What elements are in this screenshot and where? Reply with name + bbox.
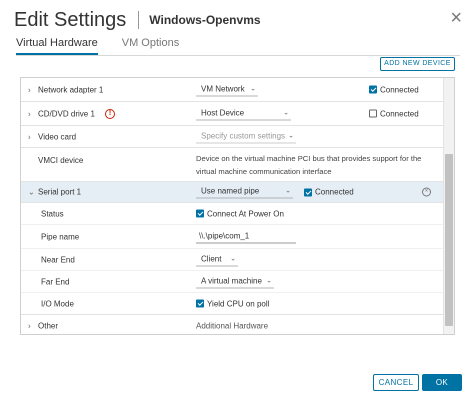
video-card-select-value: Specify custom settings — [201, 131, 286, 140]
add-new-device-button[interactable]: ADD NEW DEVICE — [380, 57, 455, 71]
serial-type-value: Use named pipe — [201, 186, 260, 196]
connect-at-power-on-label: Connect At Power On — [207, 209, 284, 218]
chevron-down-icon: ⌄ — [283, 109, 289, 116]
cddvd-label: CD/DVD drive 1 — [38, 109, 95, 118]
dialog-title: Edit Settings — [14, 8, 127, 31]
tab-divider — [16, 55, 460, 56]
chevron-right-icon[interactable]: › — [28, 109, 31, 118]
status-label: Status — [41, 209, 64, 218]
cddvd-connected-checkbox[interactable]: Connected — [369, 109, 419, 118]
network-select[interactable]: VM Network ⌄ — [196, 83, 258, 96]
video-card-label: Video card — [38, 132, 77, 141]
pipe-name-label: Pipe name — [41, 232, 80, 241]
checkbox-checked-icon — [196, 299, 204, 308]
serial-type-select[interactable]: Use named pipe ⌄ — [196, 186, 293, 199]
warning-icon: ! — [105, 108, 115, 119]
other-row: › Other Additional Hardware — [21, 315, 443, 334]
near-end-row: Near End Client ⌄ — [21, 249, 443, 271]
network-connected-checkbox[interactable]: Connected — [369, 85, 419, 94]
checkbox-checked-icon — [196, 209, 204, 218]
checkbox-unchecked-icon — [369, 109, 377, 118]
cddvd-row: › CD/DVD drive 1 ! Host Device ⌄ Connect… — [21, 102, 443, 126]
cddvd-select[interactable]: Host Device ⌄ — [196, 107, 291, 120]
checkbox-checked-icon — [369, 85, 377, 94]
title-separator — [138, 11, 140, 29]
remove-device-icon[interactable]: × — [422, 187, 431, 197]
serial-port-label: Serial port 1 — [38, 187, 82, 197]
connect-at-power-on-checkbox[interactable]: Connect At Power On — [196, 209, 284, 218]
serial-status-row: Status Connect At Power On — [21, 203, 443, 225]
ok-button[interactable]: OK — [422, 374, 462, 391]
chevron-right-icon[interactable]: › — [28, 321, 31, 330]
network-adapter-row: › Network adapter 1 VM Network ⌄ Connect… — [21, 78, 443, 102]
chevron-down-icon: ⌄ — [266, 277, 272, 284]
video-card-row: › Video card Specify custom settings ⌄ — [21, 126, 443, 148]
network-select-value: VM Network — [201, 84, 245, 93]
io-mode-label: I/O Mode — [41, 299, 74, 308]
chevron-down-icon: ⌄ — [288, 132, 294, 139]
cddvd-select-value: Host Device — [201, 108, 245, 117]
chevron-down-icon[interactable]: ⌄ — [28, 188, 35, 197]
other-label: Other — [38, 321, 59, 330]
chevron-down-icon: ⌄ — [285, 187, 291, 195]
network-connected-label: Connected — [380, 85, 419, 94]
yield-cpu-checkbox[interactable]: Yield CPU on poll — [196, 299, 269, 308]
close-icon[interactable]: × — [450, 8, 462, 28]
tab-virtual-hardware[interactable]: Virtual Hardware — [16, 37, 98, 55]
near-end-value: Client — [201, 254, 222, 263]
chevron-down-icon: ⌄ — [250, 85, 256, 92]
tab-bar: Virtual Hardware VM Options — [16, 37, 203, 57]
io-mode-row: I/O Mode Yield CPU on poll — [21, 293, 443, 315]
vmci-row: VMCI device Device on the virtual machin… — [21, 148, 443, 182]
scrollbar-track[interactable] — [443, 78, 454, 334]
pipe-name-value: \\.\pipe\com_1 — [199, 231, 250, 240]
chevron-right-icon[interactable]: › — [28, 132, 31, 141]
vm-name: Windows-Openvms — [149, 13, 261, 27]
cddvd-connected-label: Connected — [380, 109, 419, 118]
vmci-description: Device on the virtual machine PCI bus th… — [196, 154, 422, 176]
far-end-select[interactable]: A virtual machine ⌄ — [196, 275, 274, 288]
checkbox-checked-icon — [304, 188, 312, 196]
vmci-label: VMCI device — [38, 156, 84, 165]
tab-vm-options[interactable]: VM Options — [122, 37, 179, 55]
hardware-list: › Network adapter 1 VM Network ⌄ Connect… — [20, 77, 455, 335]
yield-cpu-label: Yield CPU on poll — [207, 299, 270, 308]
serial-connected-label: Connected — [315, 187, 354, 197]
far-end-value: A virtual machine — [201, 276, 262, 285]
far-end-label: Far End — [41, 277, 70, 286]
near-end-label: Near End — [41, 255, 75, 264]
pipe-name-row: Pipe name \\.\pipe\com_1 — [21, 225, 443, 249]
video-card-select[interactable]: Specify custom settings ⌄ — [196, 130, 296, 143]
network-adapter-label: Network adapter 1 — [38, 85, 104, 94]
other-value: Additional Hardware — [196, 321, 269, 330]
pipe-name-input[interactable]: \\.\pipe\com_1 — [196, 230, 296, 243]
chevron-right-icon[interactable]: › — [28, 85, 31, 94]
serial-port-row: ⌄ Serial port 1 Use named pipe ⌄ Connect… — [21, 182, 443, 203]
cancel-button[interactable]: CANCEL — [373, 374, 419, 391]
dialog-header: Edit Settings Windows-Openvms — [14, 8, 261, 32]
chevron-down-icon: ⌄ — [230, 255, 236, 262]
serial-connected-checkbox[interactable]: Connected — [304, 188, 354, 197]
far-end-row: Far End A virtual machine ⌄ — [21, 271, 443, 293]
scrollbar-thumb[interactable] — [445, 154, 453, 326]
near-end-select[interactable]: Client ⌄ — [196, 253, 238, 266]
